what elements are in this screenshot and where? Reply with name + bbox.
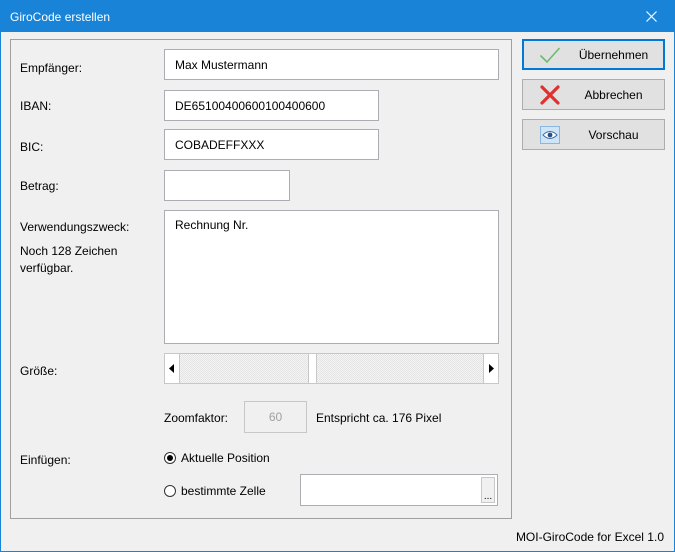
footer-version: MOI-GiroCode for Excel 1.0 <box>515 530 664 544</box>
window-title: GiroCode erstellen <box>10 10 111 24</box>
apply-label: Übernehmen <box>578 47 649 62</box>
iban-input[interactable]: DE65100400600100400600 <box>164 90 379 121</box>
insert-label: Einfügen: <box>20 453 71 467</box>
scroll-right-button[interactable] <box>483 353 499 384</box>
bic-label: BIC: <box>20 140 44 154</box>
arrow-right-icon <box>489 364 494 373</box>
cell-picker-button[interactable]: ... <box>481 477 495 503</box>
cell-picker-label: ... <box>483 491 493 502</box>
apply-button[interactable]: Übernehmen <box>522 39 665 70</box>
radio-specific-cell-label: bestimmte Zelle <box>181 484 266 498</box>
purpose-textarea[interactable]: Rechnung Nr. <box>164 210 499 344</box>
radio-unchecked-icon <box>164 485 176 497</box>
cancel-label: Abbrechen <box>584 87 643 102</box>
size-label: Größe: <box>20 364 58 378</box>
zoom-info: Entspricht ca. 176 Pixel <box>316 411 442 425</box>
radio-current-position[interactable]: Aktuelle Position <box>164 451 270 465</box>
preview-button[interactable]: Vorschau <box>522 119 665 150</box>
scroll-thumb[interactable] <box>308 353 317 384</box>
purpose-value: Rechnung Nr. <box>175 218 249 232</box>
close-button[interactable] <box>628 1 674 32</box>
preview-label: Vorschau <box>588 127 639 142</box>
scroll-left-button[interactable] <box>164 353 180 384</box>
title-bar: GiroCode erstellen <box>1 1 674 32</box>
arrow-left-icon <box>169 364 174 373</box>
cell-reference-input[interactable]: ... <box>300 474 498 506</box>
recipient-value: Max Mustermann <box>175 57 268 72</box>
iban-label: IBAN: <box>20 99 52 113</box>
bic-value: COBADEFFXXX <box>175 137 265 152</box>
size-scrollbar[interactable] <box>164 353 499 384</box>
close-icon <box>645 11 657 22</box>
iban-value: DE65100400600100400600 <box>175 98 326 113</box>
zoom-label: Zoomfaktor: <box>164 411 229 425</box>
eye-icon <box>539 124 561 146</box>
girocode-dialog: GiroCode erstellen Empfänger: Max Muster… <box>0 0 675 552</box>
zoom-value: 60 <box>268 410 283 424</box>
amount-label: Betrag: <box>20 179 59 193</box>
recipient-input[interactable]: Max Mustermann <box>164 49 499 80</box>
check-icon <box>539 44 561 66</box>
radio-checked-icon <box>164 452 176 464</box>
zoom-input[interactable]: 60 <box>244 401 307 433</box>
recipient-label: Empfänger: <box>20 61 83 75</box>
amount-input[interactable] <box>164 170 290 201</box>
purpose-label: Verwendungszweck: <box>20 220 130 234</box>
radio-current-position-label: Aktuelle Position <box>181 451 270 465</box>
purpose-hint-line2: verfügbar. <box>20 261 74 275</box>
x-icon <box>539 84 561 106</box>
radio-specific-cell[interactable]: bestimmte Zelle <box>164 484 266 498</box>
purpose-hint-line1: Noch 128 Zeichen <box>20 244 118 258</box>
cancel-button[interactable]: Abbrechen <box>522 79 665 110</box>
bic-input[interactable]: COBADEFFXXX <box>164 129 379 160</box>
